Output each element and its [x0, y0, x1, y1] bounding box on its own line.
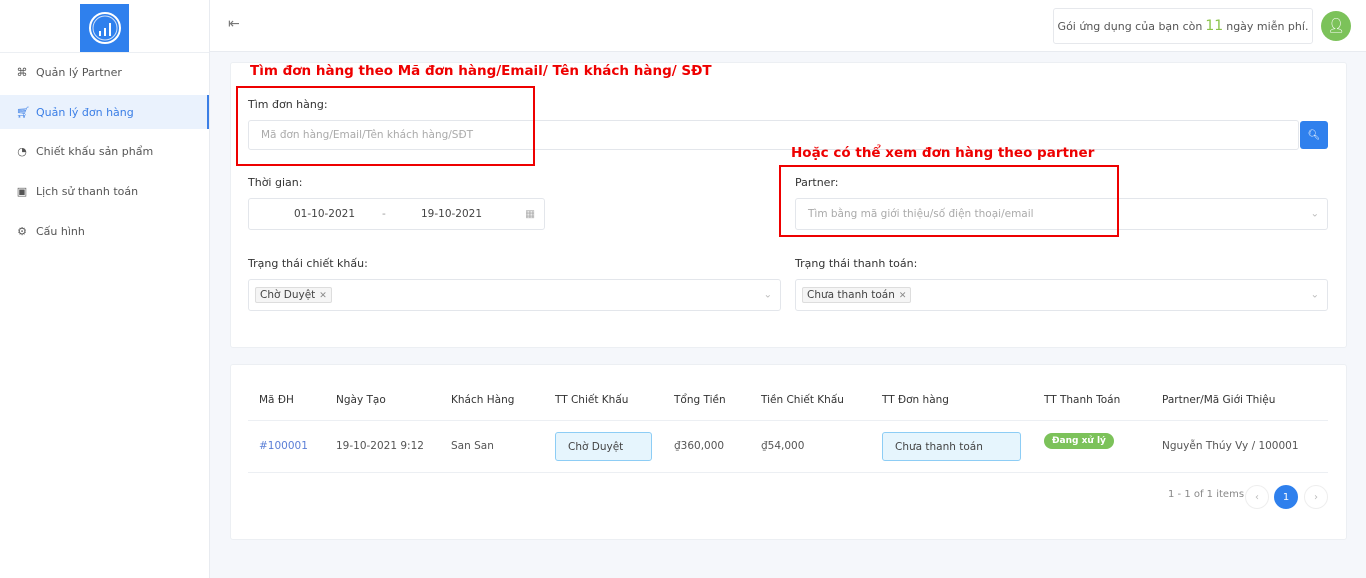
- date-separator: -: [382, 208, 386, 220]
- trial-text: Gói ứng dụng của bạn còn: [1057, 19, 1203, 33]
- discount-amount: ₫54,000: [761, 440, 805, 452]
- user-icon: 👤︎: [1327, 18, 1345, 34]
- sidebar-item-label: Quản lý đơn hàng: [36, 105, 134, 119]
- sidebar-item-label: Quản lý Partner: [36, 65, 122, 79]
- chevron-right-icon: ›: [1314, 491, 1318, 503]
- chevron-down-icon: ⌄: [763, 289, 772, 301]
- annotation-box-search: [236, 86, 535, 166]
- pagination-prev[interactable]: ‹: [1245, 485, 1269, 509]
- chevron-left-icon: ‹: [1255, 491, 1259, 503]
- discount-status-select[interactable]: Chờ Duyệt: [555, 432, 652, 461]
- pagination-page[interactable]: 1: [1274, 485, 1298, 509]
- column-header: TT Thanh Toán: [1044, 394, 1121, 406]
- search-icon: 🔍︎: [1307, 129, 1321, 141]
- column-header: TT Chiết Khấu: [555, 394, 629, 406]
- pie-chart-icon: ◔: [17, 144, 27, 158]
- payment-status-select[interactable]: Chưa thanh toán ✕ ⌄: [795, 279, 1328, 311]
- sidebar-item-label: Chiết khấu sản phẩm: [36, 144, 154, 158]
- menu-collapse-icon[interactable]: ⇤: [228, 16, 240, 32]
- user-avatar[interactable]: 👤︎: [1321, 11, 1351, 41]
- sidebar-item-payment-history[interactable]: ▣ Lịch sử thanh toán: [0, 174, 209, 208]
- close-icon[interactable]: ✕: [319, 291, 327, 301]
- order-id-link[interactable]: #100001: [259, 440, 308, 452]
- sidebar: ⌘ Quản lý Partner 🛒︎ Quản lý đơn hàng ◔ Chi…: [0, 0, 210, 578]
- orders-table-card: [230, 364, 1347, 540]
- pagination-summary: 1 - 1 of 1 items: [1168, 489, 1245, 500]
- discount-status-label: Trạng thái chiết khấu:: [248, 257, 368, 270]
- order-date: 19-10-2021 9:12: [336, 440, 424, 452]
- column-header: Tổng Tiền: [674, 394, 726, 406]
- payment-status-label: Trạng thái thanh toán:: [795, 257, 918, 270]
- time-label: Thời gian:: [248, 176, 303, 189]
- column-header: Ngày Tạo: [336, 394, 386, 406]
- chevron-down-icon: ⌄: [1310, 208, 1319, 220]
- annotation-search: Tìm đơn hàng theo Mã đơn hàng/Email/ Tên…: [250, 63, 712, 79]
- calendar-icon: ▦: [525, 208, 535, 220]
- app-logo[interactable]: [80, 4, 129, 52]
- column-header: Mã ĐH: [259, 394, 294, 406]
- gear-icon: ⚙: [17, 224, 27, 238]
- date-from[interactable]: 01-10-2021: [294, 208, 355, 220]
- column-header: TT Đơn hàng: [882, 394, 949, 406]
- trial-text: ngày miễn phí.: [1226, 19, 1309, 33]
- selected-tag: Chưa thanh toán ✕: [802, 287, 912, 303]
- tag-label: Chờ Duyệt: [260, 289, 316, 301]
- trial-notice: Gói ứng dụng của bạn còn 11 ngày miễn phí.: [1053, 8, 1313, 44]
- sidebar-item-settings[interactable]: ⚙ Cấu hình: [0, 214, 209, 248]
- sidebar-item-discount[interactable]: ◔ Chiết khấu sản phẩm: [0, 134, 209, 168]
- trial-days: 11: [1205, 18, 1224, 34]
- cart-icon: 🛒︎: [16, 105, 30, 119]
- annotation-box-partner: [779, 165, 1119, 237]
- column-header: Tiền Chiết Khấu: [761, 394, 844, 406]
- selected-tag: Chờ Duyệt ✕: [255, 287, 332, 303]
- date-to[interactable]: 19-10-2021: [421, 208, 482, 220]
- order-total: ₫360,000: [674, 440, 725, 452]
- customer-name: San San: [451, 440, 494, 452]
- search-button[interactable]: 🔍︎: [1300, 121, 1328, 149]
- sitemap-icon: ⌘: [16, 65, 28, 79]
- order-status-value: Chưa thanh toán: [895, 440, 983, 453]
- tag-label: Chưa thanh toán: [807, 289, 895, 301]
- column-header: Partner/Mã Giới Thiệu: [1162, 394, 1276, 406]
- payment-status-badge: Đang xử lý: [1044, 433, 1114, 449]
- sidebar-item-label: Cấu hình: [36, 224, 85, 238]
- pagination-next[interactable]: ›: [1304, 485, 1328, 509]
- order-status-select[interactable]: Chưa thanh toán: [882, 432, 1021, 461]
- sidebar-item-orders[interactable]: 🛒︎ Quản lý đơn hàng: [0, 95, 209, 129]
- close-icon[interactable]: ✕: [899, 291, 907, 301]
- column-header: Khách Hàng: [451, 394, 515, 406]
- sidebar-item-label: Lịch sử thanh toán: [36, 184, 139, 198]
- annotation-partner: Hoặc có thể xem đơn hàng theo partner: [791, 145, 1095, 161]
- date-range-picker[interactable]: 01-10-2021 - 19-10-2021 ▦: [248, 198, 545, 230]
- wallet-icon: ▣: [16, 184, 28, 198]
- discount-status-value: Chờ Duyệt: [568, 440, 624, 453]
- partner-referral: Nguyễn Thúy Vy / 100001: [1162, 440, 1299, 452]
- chevron-down-icon: ⌄: [1310, 289, 1319, 301]
- discount-status-select[interactable]: Chờ Duyệt ✕ ⌄: [248, 279, 781, 311]
- sidebar-item-partner[interactable]: ⌘ Quản lý Partner: [0, 55, 209, 89]
